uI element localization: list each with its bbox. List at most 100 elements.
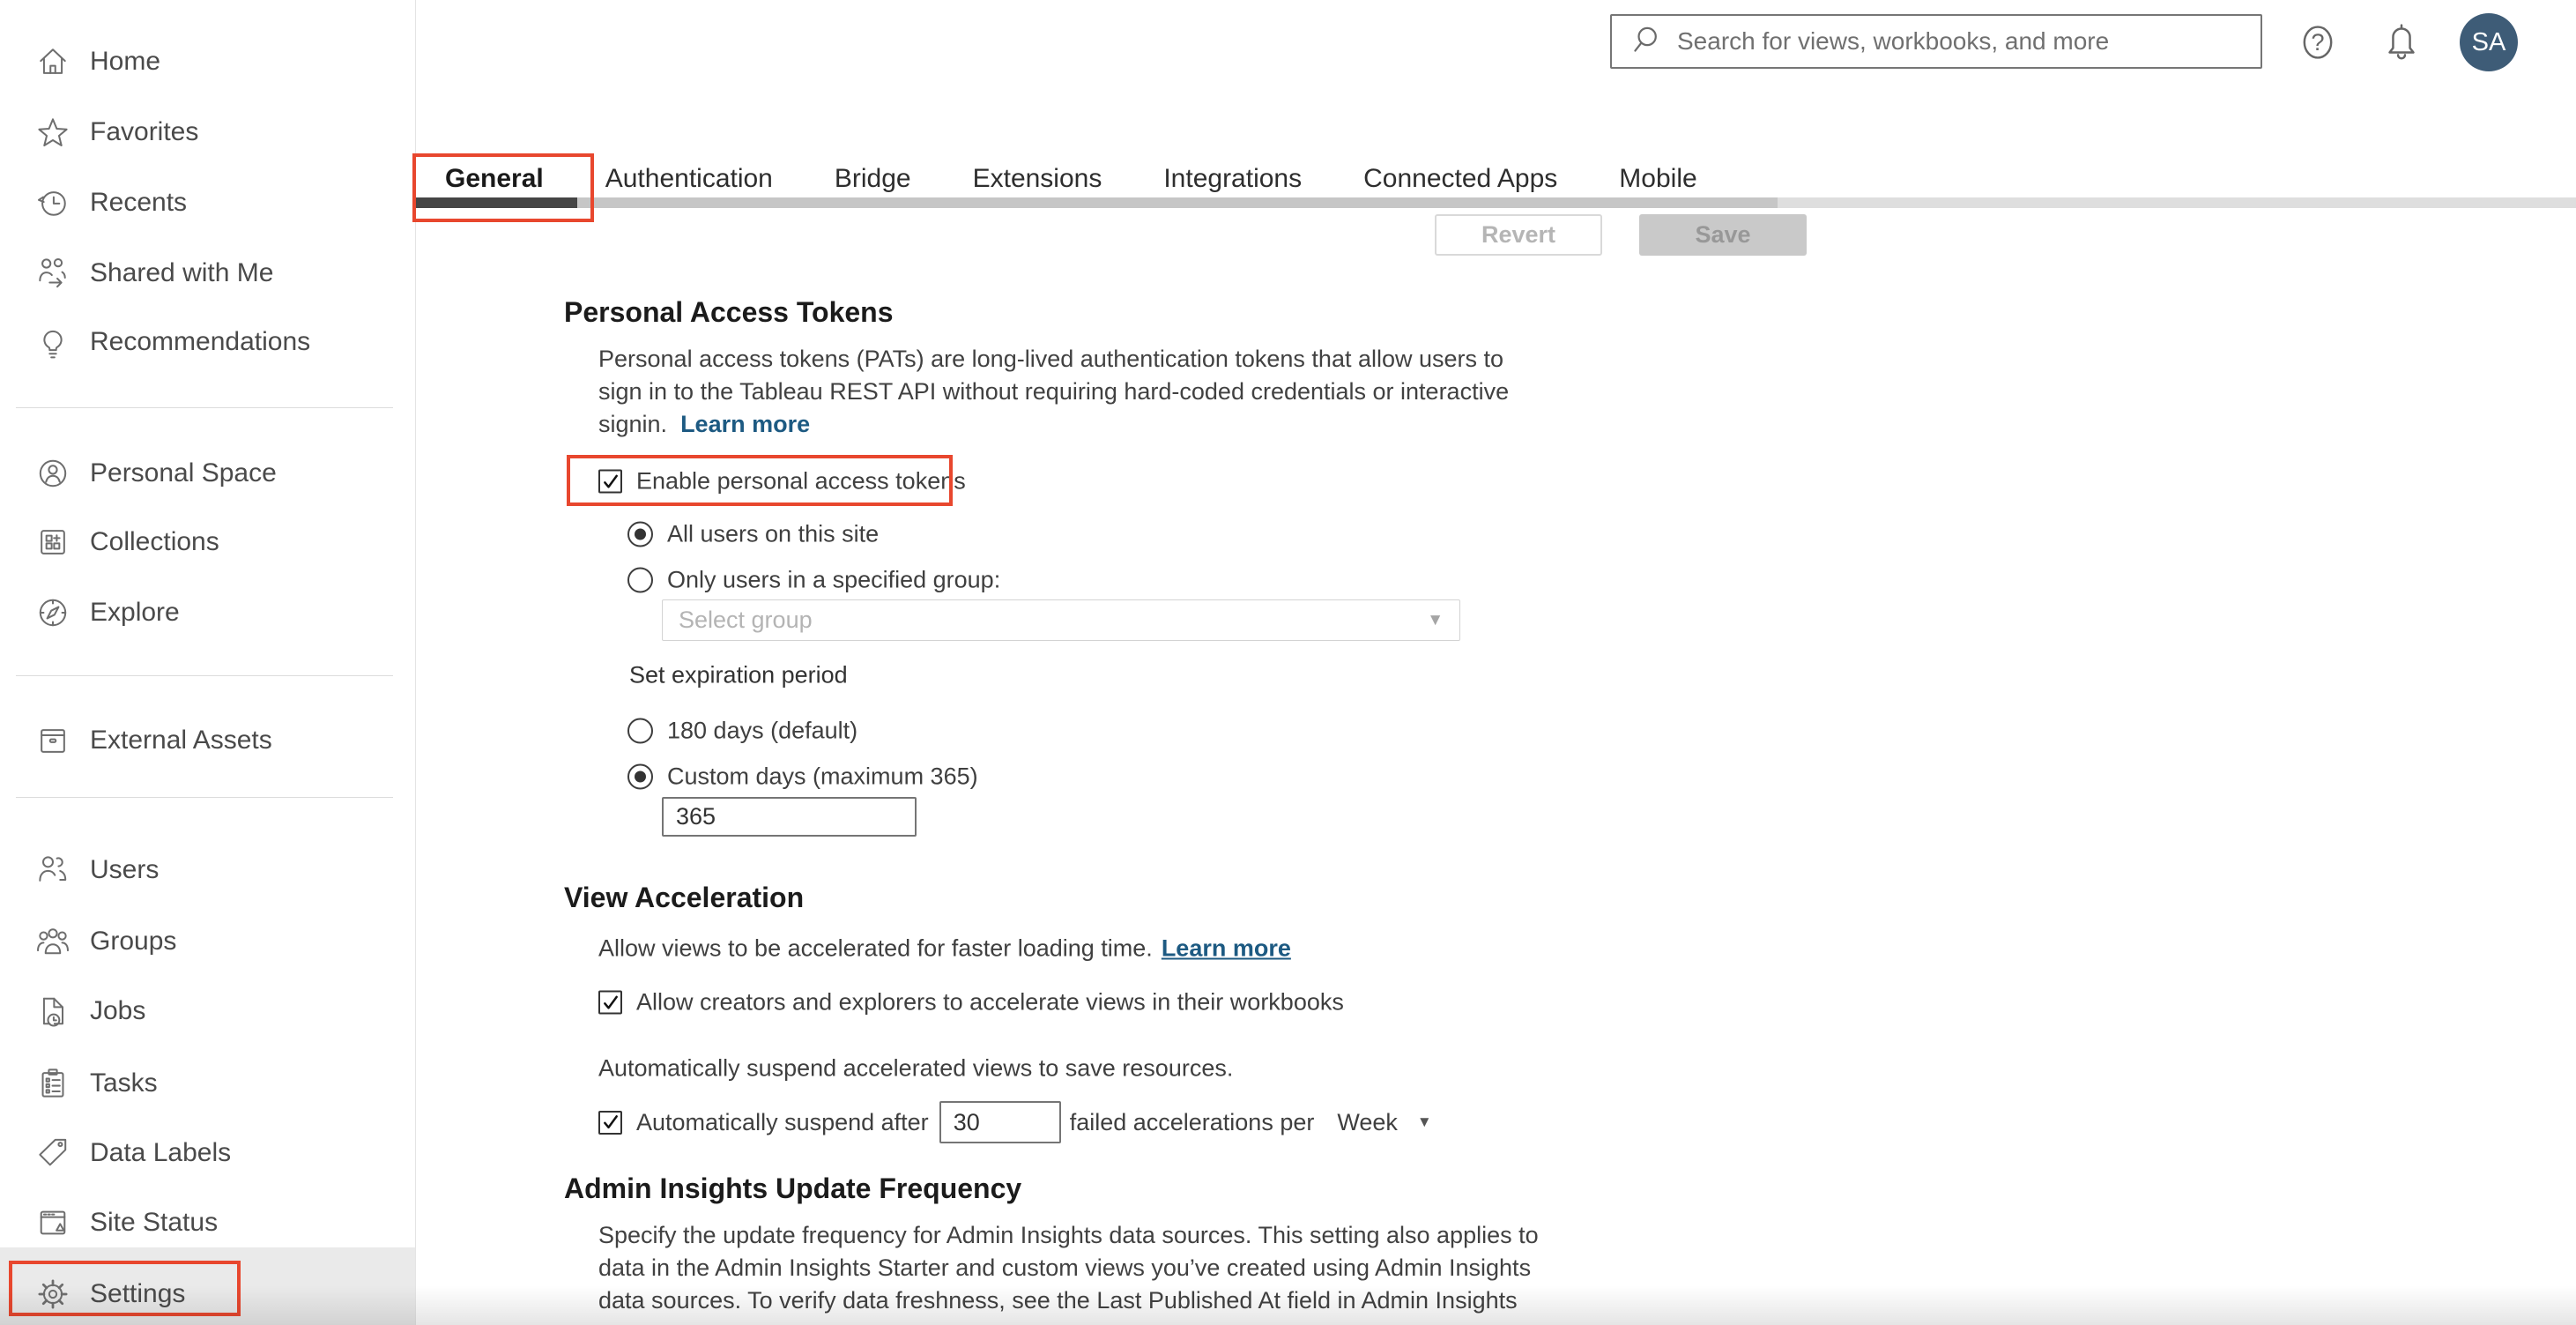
view-acceleration-heading: View Acceleration xyxy=(564,882,805,913)
pat-scope-group-row[interactable]: Only users in a specified group: xyxy=(627,567,1000,594)
person-circle-icon xyxy=(33,454,72,493)
sidebar-item-tasks[interactable]: Tasks xyxy=(0,1048,415,1119)
expiration-180-row[interactable]: 180 days (default) xyxy=(627,718,857,745)
enable-pat-row[interactable]: Enable personal access tokens xyxy=(598,468,966,495)
sidebar-item-settings[interactable]: Settings xyxy=(0,1259,415,1325)
sidebar-item-data-labels[interactable]: Data Labels xyxy=(0,1118,415,1188)
group-select-dropdown[interactable]: Select group ▼ xyxy=(662,599,1460,641)
pat-description-line: Personal access tokens (PATs) are long-l… xyxy=(598,346,1504,372)
search-icon xyxy=(1629,22,1668,61)
notifications-bell-icon[interactable] xyxy=(2378,17,2425,64)
sidebar-item-groups[interactable]: Groups xyxy=(0,906,415,977)
all-users-radio[interactable] xyxy=(627,521,653,547)
days-180-radio[interactable] xyxy=(627,718,653,744)
sidebar-item-label: Jobs xyxy=(90,996,146,1025)
tab-extensions[interactable]: Extensions xyxy=(973,164,1102,194)
home-icon xyxy=(33,42,72,81)
revert-button[interactable]: Revert xyxy=(1435,214,1602,256)
search-input[interactable] xyxy=(1675,26,2260,56)
sidebar-item-label: Site Status xyxy=(90,1208,219,1237)
sidebar-item-label: Groups xyxy=(90,927,177,956)
sidebar-item-home[interactable]: Home xyxy=(0,26,415,97)
clipboard-icon xyxy=(33,1064,72,1103)
auto-suspend-checkbox[interactable] xyxy=(598,1110,622,1135)
view-acceleration-description: Allow views to be accelerated for faster… xyxy=(598,935,1291,963)
sidebar-item-label: Personal Space xyxy=(90,458,277,488)
settings-tab-bar: General Authentication Bridge Extensions… xyxy=(445,164,1697,194)
archive-box-icon xyxy=(33,721,72,760)
sidebar-item-explore[interactable]: Explore xyxy=(0,577,415,648)
tab-integrations[interactable]: Integrations xyxy=(1163,164,1302,194)
active-tab-indicator xyxy=(414,197,577,208)
shared-with-me-icon xyxy=(33,254,72,293)
tab-general[interactable]: General xyxy=(445,164,544,194)
sidebar-item-label: External Assets xyxy=(90,726,272,755)
sidebar-item-recommendations[interactable]: Recommendations xyxy=(0,307,415,377)
sidebar-item-collections[interactable]: Collections xyxy=(0,507,415,577)
enable-pat-checkbox[interactable] xyxy=(598,469,622,494)
sidebar-item-shared-with-me[interactable]: Shared with Me xyxy=(0,238,415,309)
view-acceleration-learn-more-link[interactable]: Learn more xyxy=(1162,935,1291,963)
tab-underline-bar-track xyxy=(1778,197,2576,208)
days-180-label: 180 days (default) xyxy=(667,717,858,744)
sidebar-divider xyxy=(16,407,393,408)
allow-acceleration-row[interactable]: Allow creators and explorers to accelera… xyxy=(598,989,1344,1016)
pat-description-line: sign in to the Tableau REST API without … xyxy=(598,378,1510,405)
compass-icon xyxy=(33,593,72,632)
collections-icon xyxy=(33,523,72,562)
custom-days-input[interactable] xyxy=(662,797,917,837)
admin-insights-line: Specify the update frequency for Admin I… xyxy=(598,1222,1539,1248)
help-icon[interactable]: ? xyxy=(2294,19,2342,66)
expiration-period-text: Set expiration period xyxy=(629,661,848,689)
suspend-note: Automatically suspend accelerated views … xyxy=(598,1055,1233,1083)
sidebar-item-external-assets[interactable]: External Assets xyxy=(0,705,415,776)
tab-connected-apps[interactable]: Connected Apps xyxy=(1363,164,1557,194)
tab-authentication[interactable]: Authentication xyxy=(605,164,773,194)
section-view-acceleration: View Acceleration Allow views to be acce… xyxy=(564,882,1710,1164)
group-select-placeholder: Select group xyxy=(679,607,813,633)
specified-group-label: Only users in a specified group: xyxy=(667,566,1001,593)
groups-icon xyxy=(33,922,72,961)
custom-days-label: Custom days (maximum 365) xyxy=(667,763,978,790)
section-personal-access-tokens: Personal Access Tokens Personal access t… xyxy=(564,296,1710,878)
tab-mobile[interactable]: Mobile xyxy=(1619,164,1696,194)
auto-suspend-label: Automatically suspend after xyxy=(636,1108,929,1135)
tab-bridge[interactable]: Bridge xyxy=(835,164,911,194)
sidebar-item-recents[interactable]: Recents xyxy=(0,167,415,238)
pat-description: Personal access tokens (PATs) are long-l… xyxy=(598,343,1710,441)
pat-heading: Personal Access Tokens xyxy=(564,296,894,328)
tag-icon xyxy=(33,1134,72,1172)
specified-group-radio[interactable] xyxy=(627,567,653,593)
expiration-custom-row[interactable]: Custom days (maximum 365) xyxy=(627,763,978,791)
all-users-label: All users on this site xyxy=(667,520,880,547)
sidebar-item-personal-space[interactable]: Personal Space xyxy=(0,438,415,509)
user-avatar[interactable]: SA xyxy=(2460,13,2518,71)
custom-days-radio[interactable] xyxy=(627,763,653,790)
sidebar-item-label: Data Labels xyxy=(90,1138,232,1167)
suspend-period-dropdown[interactable]: Week ▼ xyxy=(1337,1109,1431,1136)
admin-insights-description: Specify the update frequency for Admin I… xyxy=(598,1219,1710,1317)
pat-learn-more-link[interactable]: Learn more xyxy=(680,411,810,437)
sidebar-item-favorites[interactable]: Favorites xyxy=(0,97,415,167)
sidebar-item-site-status[interactable]: Site Status xyxy=(0,1187,415,1258)
save-button[interactable]: Save xyxy=(1639,214,1807,256)
sidebar-item-label: Explore xyxy=(90,598,180,627)
section-admin-insights: Admin Insights Update Frequency Specify … xyxy=(564,1172,1710,1325)
star-icon xyxy=(33,113,72,152)
sidebar-item-label: Shared with Me xyxy=(90,258,274,287)
sidebar-item-jobs[interactable]: Jobs xyxy=(0,976,415,1046)
failed-accelerations-input[interactable] xyxy=(939,1101,1061,1143)
pat-scope-all-users-row[interactable]: All users on this site xyxy=(627,521,879,548)
sidebar-item-label: Recommendations xyxy=(90,327,311,356)
site-status-icon xyxy=(33,1203,72,1242)
auto-suspend-row: Automatically suspend after failed accel… xyxy=(598,1101,1432,1143)
tab-underline-bar[interactable] xyxy=(577,197,1778,208)
admin-insights-line: data sources. To verify data freshness, … xyxy=(598,1287,1518,1314)
sidebar-item-label: Favorites xyxy=(90,117,199,146)
sidebar-item-users[interactable]: Users xyxy=(0,835,415,905)
sidebar-divider xyxy=(16,797,393,798)
allow-acceleration-checkbox[interactable] xyxy=(598,990,622,1015)
admin-insights-heading: Admin Insights Update Frequency xyxy=(564,1172,1022,1204)
svg-text:?: ? xyxy=(2311,29,2324,56)
sidebar-item-label: Settings xyxy=(90,1279,186,1308)
